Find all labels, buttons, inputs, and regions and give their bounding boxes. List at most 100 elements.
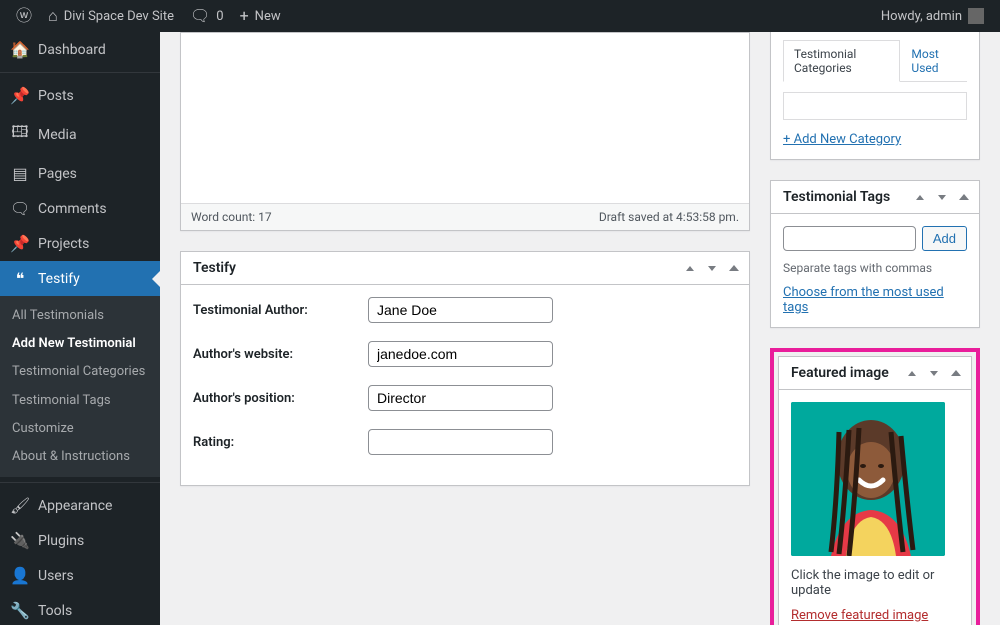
howdy-text: Howdy, admin	[881, 9, 962, 24]
menu-plugins[interactable]: 🔌 Plugins	[0, 523, 160, 558]
chevron-up-icon	[686, 266, 694, 271]
menu-label: Dashboard	[38, 42, 106, 58]
move-down-button[interactable]	[933, 187, 951, 207]
menu-label: Comments	[38, 201, 107, 217]
choose-tags-link[interactable]: Choose from the most used tags	[783, 285, 944, 315]
menu-posts[interactable]: 📌 Posts	[0, 78, 160, 113]
site-name: Divi Space Dev Site	[64, 9, 174, 24]
toggle-button[interactable]	[725, 258, 743, 278]
submenu-tags[interactable]: Testimonial Tags	[0, 387, 160, 415]
add-tag-button[interactable]: Add	[922, 226, 967, 251]
menu-tools[interactable]: 🔧Tools	[0, 593, 160, 625]
position-label: Author's position:	[193, 391, 368, 406]
submenu-about[interactable]: About & Instructions	[0, 443, 160, 471]
comment-icon: 🗨	[190, 8, 210, 24]
menu-label: Posts	[38, 88, 74, 104]
user-icon: 👤	[10, 566, 30, 585]
featured-image-thumbnail[interactable]	[791, 402, 945, 556]
menu-label: Plugins	[38, 533, 84, 549]
featured-caption: Click the image to edit or update	[791, 568, 959, 598]
menu-label: Users	[38, 568, 74, 584]
featured-image-highlight: Featured image	[770, 348, 980, 625]
menu-testify[interactable]: ❝Testify	[0, 261, 160, 296]
menu-projects[interactable]: 📌 Projects	[0, 226, 160, 261]
wp-logo[interactable]: ⓦ	[8, 0, 40, 32]
submenu-all-testimonials[interactable]: All Testimonials	[0, 302, 160, 330]
website-label: Author's website:	[193, 347, 368, 362]
quote-icon: ❝	[10, 269, 30, 288]
testify-metabox: Testify Testimonial Author: Author's web…	[180, 251, 750, 486]
triangle-up-icon	[951, 370, 961, 376]
comments-count: 0	[216, 9, 223, 24]
featured-image-metabox: Featured image	[778, 356, 972, 625]
chevron-down-icon	[930, 371, 938, 376]
pin-icon: 📌	[10, 86, 30, 105]
tag-howto: Separate tags with commas	[783, 261, 967, 275]
featured-title: Featured image	[779, 357, 903, 389]
menu-appearance[interactable]: 🖌 Appearance	[0, 488, 160, 523]
media-icon: 🖽	[10, 121, 30, 148]
author-input[interactable]	[368, 297, 553, 323]
brush-icon: 🖌	[10, 496, 30, 515]
menu-label: Media	[38, 127, 77, 143]
new-label: New	[255, 9, 281, 24]
menu-media[interactable]: 🖽 Media	[0, 113, 160, 156]
menu-label: Tools	[38, 603, 72, 619]
add-new-category-link[interactable]: + Add New Category	[783, 132, 901, 147]
submenu-testify: All Testimonials Add New Testimonial Tes…	[0, 296, 160, 477]
category-checklist[interactable]	[783, 92, 967, 120]
triangle-up-icon	[959, 194, 969, 200]
tab-categories[interactable]: Testimonial Categories	[783, 40, 900, 82]
website-input[interactable]	[368, 341, 553, 367]
tag-input[interactable]	[783, 226, 916, 251]
remove-featured-link[interactable]: Remove featured image	[791, 608, 928, 623]
move-up-button[interactable]	[911, 187, 929, 207]
position-input[interactable]	[368, 385, 553, 411]
plug-icon: 🔌	[10, 531, 30, 550]
author-label: Testimonial Author:	[193, 303, 368, 318]
chevron-down-icon	[708, 266, 716, 271]
plus-icon: +	[240, 8, 249, 24]
home-icon: ⌂	[48, 8, 58, 24]
tags-title: Testimonial Tags	[771, 181, 911, 213]
admin-sidebar: 🏠Dashboard 📌 Posts 🖽 Media ▤Pages 🗨 Comment…	[0, 32, 160, 625]
move-up-button[interactable]	[681, 258, 699, 278]
comments-link[interactable]: 🗨0	[182, 0, 232, 32]
toggle-button[interactable]	[947, 363, 965, 383]
account-link[interactable]: Howdy, admin	[873, 0, 992, 32]
move-up-button[interactable]	[903, 363, 921, 383]
editor-content[interactable]	[181, 33, 749, 203]
move-down-button[interactable]	[925, 363, 943, 383]
menu-comments[interactable]: 🗨 Comments	[0, 191, 160, 226]
categories-metabox: Testimonial Categories Most Used + Add N…	[770, 32, 980, 160]
draft-saved: Draft saved at 4:53:58 pm.	[599, 210, 739, 224]
menu-dashboard[interactable]: 🏠Dashboard	[0, 32, 160, 67]
site-link[interactable]: ⌂ Divi Space Dev Site	[40, 0, 182, 32]
editor-status-bar: Word count: 17 Draft saved at 4:53:58 pm…	[181, 203, 749, 230]
testify-title: Testify	[181, 252, 681, 284]
toggle-button[interactable]	[955, 187, 973, 207]
submenu-customize[interactable]: Customize	[0, 415, 160, 443]
category-tabs: Testimonial Categories Most Used	[783, 39, 967, 82]
admin-bar: ⓦ ⌂Divi Space Dev Site 🗨0 +New Howdy, ad…	[0, 0, 1000, 32]
move-down-button[interactable]	[703, 258, 721, 278]
menu-pages[interactable]: ▤Pages	[0, 156, 160, 191]
triangle-up-icon	[729, 265, 739, 271]
comment-icon: 🗨	[10, 199, 30, 218]
new-link[interactable]: + New	[232, 0, 289, 32]
submenu-categories[interactable]: Testimonial Categories	[0, 358, 160, 386]
menu-label: Pages	[38, 166, 77, 182]
pin-icon: 📌	[10, 234, 30, 253]
tags-metabox: Testimonial Tags Add Separate tags with …	[770, 180, 980, 328]
editor-box: Word count: 17 Draft saved at 4:53:58 pm…	[180, 32, 750, 231]
chevron-up-icon	[908, 371, 916, 376]
submenu-add-new[interactable]: Add New Testimonial	[0, 330, 160, 358]
word-count: Word count: 17	[191, 210, 272, 224]
menu-label: Appearance	[38, 498, 112, 514]
rating-input[interactable]	[368, 429, 553, 455]
tab-most-used[interactable]: Most Used	[900, 40, 967, 82]
wordpress-icon: ⓦ	[16, 8, 32, 24]
menu-label: Projects	[38, 236, 89, 252]
content-wrap: Word count: 17 Draft saved at 4:53:58 pm…	[160, 32, 1000, 625]
menu-users[interactable]: 👤 Users	[0, 558, 160, 593]
